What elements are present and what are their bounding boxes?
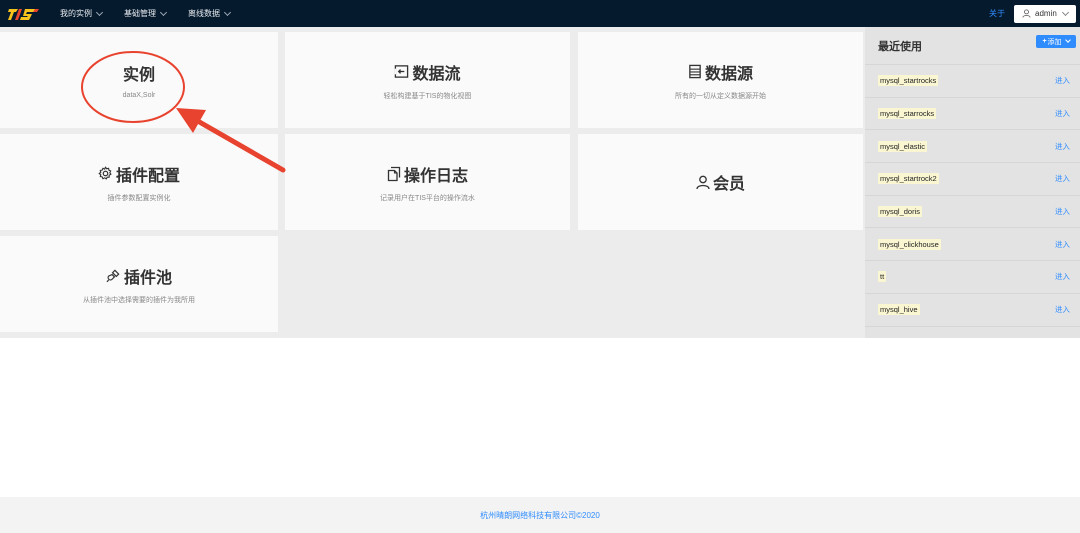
recent-item-name: mysql_startrocks — [878, 75, 939, 87]
nav-my-instances[interactable]: 我的实例 — [60, 8, 104, 19]
recent-item: mysql_hive 进入 — [865, 294, 1080, 327]
card-operation-log-desc: 记录用户在TIS平台的操作流水 — [380, 194, 475, 202]
about-link[interactable]: 关于 — [989, 8, 1005, 19]
card-operation-log-title-text: 操作日志 — [403, 167, 468, 185]
recent-item-name: mysql_elastic — [878, 140, 928, 152]
recent-panel-title: 最近使用 — [878, 40, 922, 53]
chevron-down-icon — [159, 8, 168, 16]
user-icon — [696, 175, 710, 189]
add-button[interactable]: + 添加 — [1036, 35, 1076, 48]
recent-item-enter-link[interactable]: 进入 — [1055, 304, 1070, 315]
nav-basic-management-label: 基础管理 — [124, 9, 156, 18]
user-name: admin — [1035, 9, 1057, 18]
recent-item-name: mysql_starrocks — [878, 108, 937, 120]
recent-item-enter-link[interactable]: 进入 — [1055, 173, 1070, 184]
card-dataflow-title-text: 数据流 — [412, 65, 461, 83]
recent-panel-header: 最近使用 + 添加 — [865, 27, 1080, 65]
card-dataflow-desc: 轻松构建基于TIS的物化视图 — [383, 92, 472, 100]
card-plugin-config-title-text: 插件配置 — [115, 167, 180, 185]
recent-item: mysql_clickhouse 进入 — [865, 228, 1080, 262]
recent-item: mysql_startrocks 进入 — [865, 65, 1080, 98]
top-right-area: 关于 admin — [989, 4, 1076, 23]
recent-item-name: mysql_hive — [878, 304, 920, 316]
card-dataflow-title: 数据流 — [394, 60, 461, 84]
card-instance-title: 实例 — [123, 61, 155, 85]
recent-panel: 最近使用 + 添加 mysql_startrocks 进入 mysql_star… — [865, 27, 1080, 338]
nav-my-instances-label: 我的实例 — [60, 9, 92, 18]
card-plugin-config[interactable]: 插件配置 插件参数配置实例化 — [0, 134, 278, 230]
recent-item-enter-link[interactable]: 进入 — [1055, 108, 1070, 119]
card-plugin-pool-desc: 从插件池中选择需要的插件为我所用 — [83, 296, 195, 304]
dataflow-icon — [395, 65, 409, 78]
card-instance[interactable]: 实例 dataX,Solr — [0, 32, 278, 128]
recent-item-name: mysql_clickhouse — [878, 238, 941, 250]
user-menu-button[interactable]: admin — [1014, 4, 1076, 23]
card-operation-log-title: 操作日志 — [387, 162, 468, 186]
gear-icon — [98, 166, 112, 180]
nav-offline-data[interactable]: 离线数据 — [188, 8, 232, 19]
card-datasource[interactable]: 数据源 所有的一切从定义数据源开始 — [578, 32, 863, 128]
recent-item-name: mysql_startrock2 — [878, 173, 939, 185]
chevron-down-icon — [1061, 8, 1069, 16]
recent-item-enter-link[interactable]: 进入 — [1055, 206, 1070, 217]
footer: 杭州晴朗网络科技有限公司©2020 — [0, 497, 1080, 533]
card-plugin-config-title: 插件配置 — [98, 162, 180, 186]
card-operation-log[interactable]: 操作日志 记录用户在TIS平台的操作流水 — [285, 134, 570, 230]
card-member-title: 会员 — [696, 170, 745, 194]
recent-item: mysql_starrocks 进入 — [865, 98, 1080, 131]
chevron-down-icon — [95, 8, 104, 16]
footer-copyright: 杭州晴朗网络科技有限公司©2020 — [480, 510, 600, 520]
nav-basic-management[interactable]: 基础管理 — [124, 8, 168, 19]
datasource-icon — [689, 64, 701, 79]
recent-item: mysql_startrock2 进入 — [865, 163, 1080, 196]
recent-item-name: tt — [878, 271, 887, 283]
card-plugin-pool[interactable]: 插件池 从插件池中选择需要的插件为我所用 — [0, 236, 278, 332]
document-icon — [387, 166, 401, 181]
user-icon — [1022, 9, 1031, 18]
card-instance-desc: dataX,Solr — [122, 92, 156, 99]
card-plugin-pool-title: 插件池 — [106, 264, 172, 288]
card-plugin-pool-title-text: 插件池 — [123, 269, 172, 287]
recent-item: mysql_elastic 进入 — [865, 130, 1080, 164]
recent-item-enter-link[interactable]: 进入 — [1055, 239, 1070, 250]
plus-icon: + — [1042, 38, 1047, 45]
card-member-title-text: 会员 — [712, 176, 745, 193]
card-datasource-title-text: 数据源 — [704, 65, 753, 83]
card-plugin-config-desc: 插件参数配置实例化 — [107, 194, 171, 202]
recent-item-enter-link[interactable]: 进入 — [1055, 271, 1070, 282]
recent-item-name: mysql_doris — [878, 206, 923, 218]
chevron-down-icon — [1064, 37, 1071, 43]
top-navbar: 我的实例 基础管理 离线数据 关于 admin — [0, 0, 1080, 27]
card-datasource-title: 数据源 — [688, 60, 753, 84]
card-member[interactable]: 会员 — [578, 134, 863, 230]
plugin-icon — [106, 269, 120, 283]
main-nav: 我的实例 基础管理 离线数据 — [60, 8, 252, 19]
card-instance-title-text: 实例 — [122, 67, 155, 84]
recent-item-enter-link[interactable]: 进入 — [1055, 75, 1070, 86]
recent-item-enter-link[interactable]: 进入 — [1055, 141, 1070, 152]
card-dataflow[interactable]: 数据流 轻松构建基于TIS的物化视图 — [285, 32, 570, 128]
logo-icon[interactable] — [8, 4, 42, 24]
nav-offline-data-label: 离线数据 — [188, 9, 220, 18]
recent-item: tt 进入 — [865, 261, 1080, 294]
recent-item: mysql_doris 进入 — [865, 196, 1080, 229]
add-button-label: 添加 — [1047, 38, 1062, 46]
card-datasource-desc: 所有的一切从定义数据源开始 — [675, 92, 766, 100]
chevron-down-icon — [223, 8, 232, 16]
